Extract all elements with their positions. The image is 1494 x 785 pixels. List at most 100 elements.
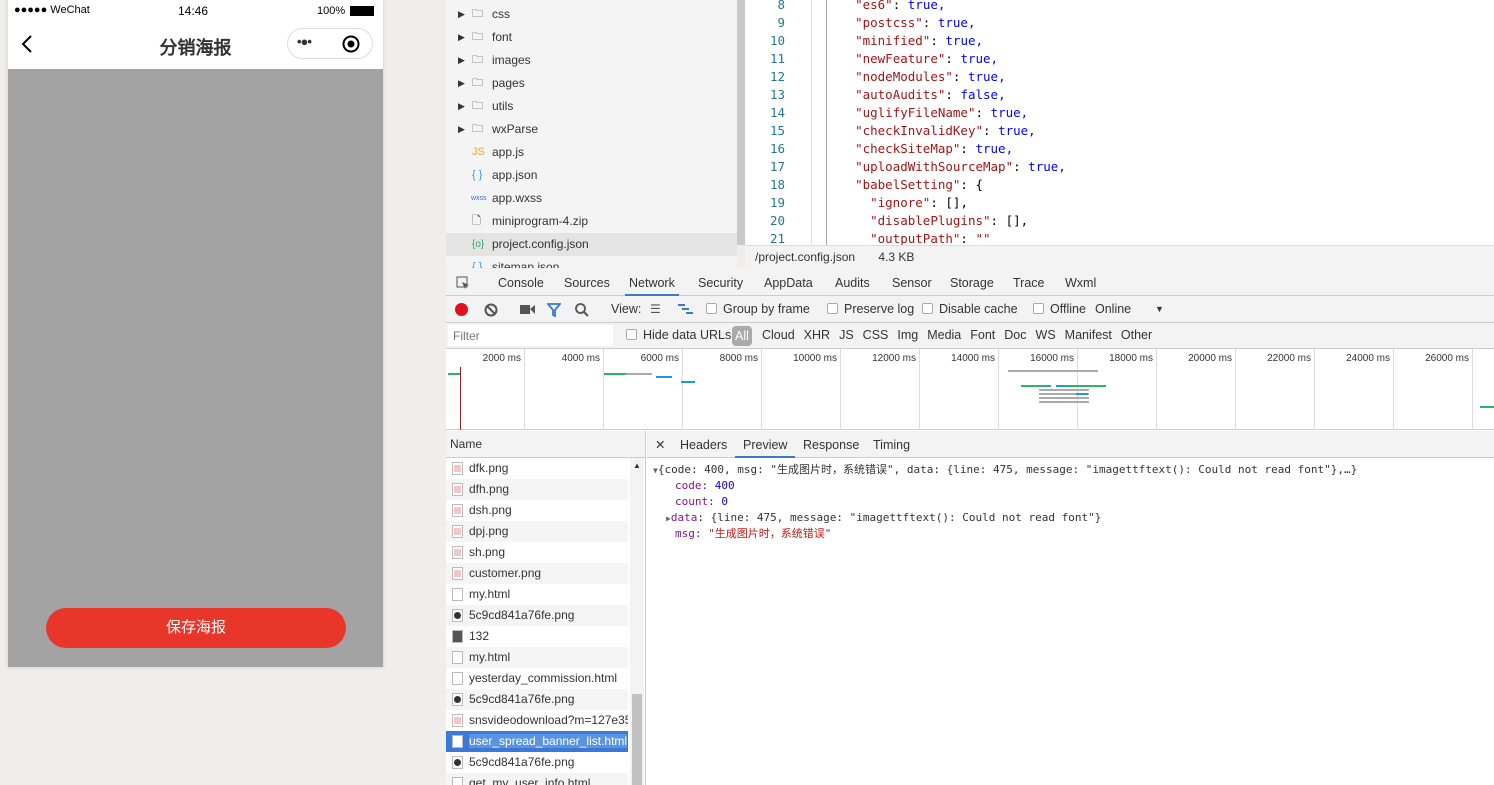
image-thumbnail-icon bbox=[452, 609, 463, 622]
request-row[interactable]: my.html bbox=[446, 584, 628, 605]
filter-all[interactable]: All bbox=[732, 326, 752, 346]
close-icon[interactable]: ✕ bbox=[655, 431, 665, 458]
request-row[interactable]: yesterday_commission.html bbox=[446, 668, 628, 689]
tab-appdata[interactable]: AppData bbox=[764, 269, 813, 296]
checkbox[interactable] bbox=[1033, 303, 1044, 314]
filter-type-js[interactable]: JS bbox=[839, 328, 854, 342]
document-icon bbox=[452, 735, 463, 748]
request-row[interactable]: snsvideodownload?m=127e35 bbox=[446, 710, 628, 731]
save-poster-button[interactable]: 保存海报 bbox=[46, 608, 346, 648]
tab-console[interactable]: Console bbox=[498, 269, 544, 296]
more-icon[interactable]: •●• bbox=[297, 34, 312, 49]
request-row[interactable]: 132 bbox=[446, 626, 628, 647]
timeline-tick: 24000 ms bbox=[1315, 349, 1394, 430]
filter-type-font[interactable]: Font bbox=[970, 328, 995, 342]
tab-wxml[interactable]: Wxml bbox=[1065, 269, 1096, 296]
tree-file-app-json[interactable]: { } app.json bbox=[446, 164, 737, 187]
tree-file-app-wxss[interactable]: wxss app.wxss bbox=[446, 187, 737, 210]
tab-audits[interactable]: Audits bbox=[835, 269, 870, 296]
code-line: 16 "checkSiteMap": true, bbox=[745, 140, 1494, 158]
request-row[interactable]: customer.png bbox=[446, 563, 628, 584]
filter-icon[interactable] bbox=[547, 303, 561, 317]
filter-type-ws[interactable]: WS bbox=[1036, 328, 1056, 342]
scrollbar-thumb[interactable] bbox=[632, 694, 642, 785]
tab-timing[interactable]: Timing bbox=[873, 431, 910, 458]
hide-data-urls-checkbox[interactable]: Hide data URLs bbox=[626, 323, 731, 348]
filter-type-doc[interactable]: Doc bbox=[1004, 328, 1026, 342]
tree-folder-wxparse[interactable]: ▶ 🗀 wxParse bbox=[446, 118, 737, 141]
checkbox[interactable] bbox=[706, 303, 717, 314]
tree-scrollbar[interactable] bbox=[737, 0, 745, 245]
group-by-frame-checkbox[interactable]: Group by frame bbox=[706, 296, 810, 323]
waterfall-bar bbox=[448, 373, 460, 375]
name-column-header[interactable]: Name bbox=[446, 431, 646, 458]
tab-sources[interactable]: Sources bbox=[564, 269, 610, 296]
request-row[interactable]: get_my_user_info.html bbox=[446, 773, 628, 785]
request-row[interactable]: sh.png bbox=[446, 542, 628, 563]
request-row[interactable]: 5c9cd841a76fe.png bbox=[446, 689, 628, 710]
network-timeline[interactable]: 2000 ms 4000 ms 6000 ms 8000 ms 10000 ms 1200… bbox=[446, 349, 1494, 430]
scroll-up-icon[interactable]: ▲ bbox=[633, 461, 641, 470]
request-row[interactable]: dfh.png bbox=[446, 479, 628, 500]
disable-cache-checkbox[interactable]: Disable cache bbox=[922, 296, 1018, 323]
chevron-down-icon[interactable]: ▼ bbox=[1155, 296, 1164, 323]
tab-headers[interactable]: Headers bbox=[680, 431, 727, 458]
request-row[interactable]: dsh.png bbox=[446, 500, 628, 521]
json-root[interactable]: ▼{code: 400, msg: "生成图片时，系统错误", data: {l… bbox=[653, 462, 1357, 478]
close-miniprogram-icon[interactable] bbox=[342, 35, 360, 53]
file-status-bar: /project.config.json 4.3 KB bbox=[745, 245, 1494, 269]
request-name: 5c9cd841a76fe.png bbox=[469, 692, 575, 706]
capture-screenshots-icon[interactable] bbox=[520, 304, 535, 315]
line-number: 20 bbox=[769, 213, 785, 228]
code-editor[interactable]: 8 "es6": true, 9 "postcss": true, 10 "mini… bbox=[745, 0, 1494, 245]
filter-type-img[interactable]: Img bbox=[897, 328, 918, 342]
record-icon[interactable] bbox=[455, 303, 468, 316]
capsule-menu[interactable]: •●• bbox=[287, 28, 373, 59]
waterfall-view-icon[interactable] bbox=[678, 304, 693, 315]
filter-type-cloud[interactable]: Cloud bbox=[762, 328, 795, 342]
json-key: data bbox=[670, 511, 698, 524]
tree-file-app-js[interactable]: JS app.js bbox=[446, 141, 737, 164]
search-icon[interactable] bbox=[575, 303, 589, 317]
clear-icon[interactable] bbox=[484, 303, 498, 317]
tree-folder-font[interactable]: ▶ 🗀 font bbox=[446, 26, 737, 49]
preserve-log-checkbox[interactable]: Preserve log bbox=[827, 296, 914, 323]
tree-folder-pages[interactable]: ▶ 🗀 pages bbox=[446, 72, 737, 95]
tab-trace[interactable]: Trace bbox=[1013, 269, 1045, 296]
image-file-icon bbox=[452, 462, 463, 475]
filter-type-css[interactable]: CSS bbox=[863, 328, 889, 342]
tab-preview[interactable]: Preview bbox=[735, 431, 796, 458]
json-data[interactable]: ▶data: {line: 475, message: "imagettftex… bbox=[666, 510, 1101, 526]
code-text: "nodeModules": true, bbox=[855, 69, 1006, 84]
request-row[interactable]: my.html bbox=[446, 647, 628, 668]
filter-type-other[interactable]: Other bbox=[1121, 328, 1152, 342]
inspect-element-icon[interactable] bbox=[456, 276, 470, 290]
tab-storage[interactable]: Storage bbox=[950, 269, 994, 296]
tree-folder-images[interactable]: ▶ 🗀 images bbox=[446, 49, 737, 72]
tree-folder-css[interactable]: ▶ 🗀 css bbox=[446, 3, 737, 26]
tree-file-zip[interactable]: 🗋 miniprogram-4.zip bbox=[446, 210, 737, 233]
tree-file-sitemap[interactable]: { } sitemap.json bbox=[446, 256, 737, 268]
request-row[interactable]: dpj.png bbox=[446, 521, 628, 542]
filter-input[interactable] bbox=[448, 325, 613, 346]
list-view-icon[interactable]: ☰ bbox=[650, 303, 661, 315]
request-row[interactable]: 5c9cd841a76fe.png bbox=[446, 605, 628, 626]
filter-type-media[interactable]: Media bbox=[927, 328, 961, 342]
tab-security[interactable]: Security bbox=[698, 269, 743, 296]
throttle-select[interactable]: Online bbox=[1095, 296, 1131, 323]
request-row[interactable]: dfk.png bbox=[446, 458, 628, 479]
request-row[interactable]: user_spread_banner_list.html bbox=[446, 731, 628, 752]
offline-checkbox[interactable]: Offline bbox=[1033, 296, 1086, 323]
checkbox[interactable] bbox=[827, 303, 838, 314]
tab-response[interactable]: Response bbox=[803, 431, 859, 458]
json-key: "newFeature" bbox=[855, 51, 946, 66]
checkbox[interactable] bbox=[922, 303, 933, 314]
tree-file-project-config[interactable]: {o} project.config.json bbox=[446, 233, 737, 256]
tree-folder-utils[interactable]: ▶ 🗀 utils bbox=[446, 95, 737, 118]
tab-sensor[interactable]: Sensor bbox=[892, 269, 932, 296]
filter-type-manifest[interactable]: Manifest bbox=[1065, 328, 1112, 342]
request-row[interactable]: 5c9cd841a76fe.png bbox=[446, 752, 628, 773]
filter-type-xhr[interactable]: XHR bbox=[804, 328, 830, 342]
tab-network[interactable]: Network bbox=[625, 269, 679, 296]
checkbox[interactable] bbox=[626, 329, 637, 340]
